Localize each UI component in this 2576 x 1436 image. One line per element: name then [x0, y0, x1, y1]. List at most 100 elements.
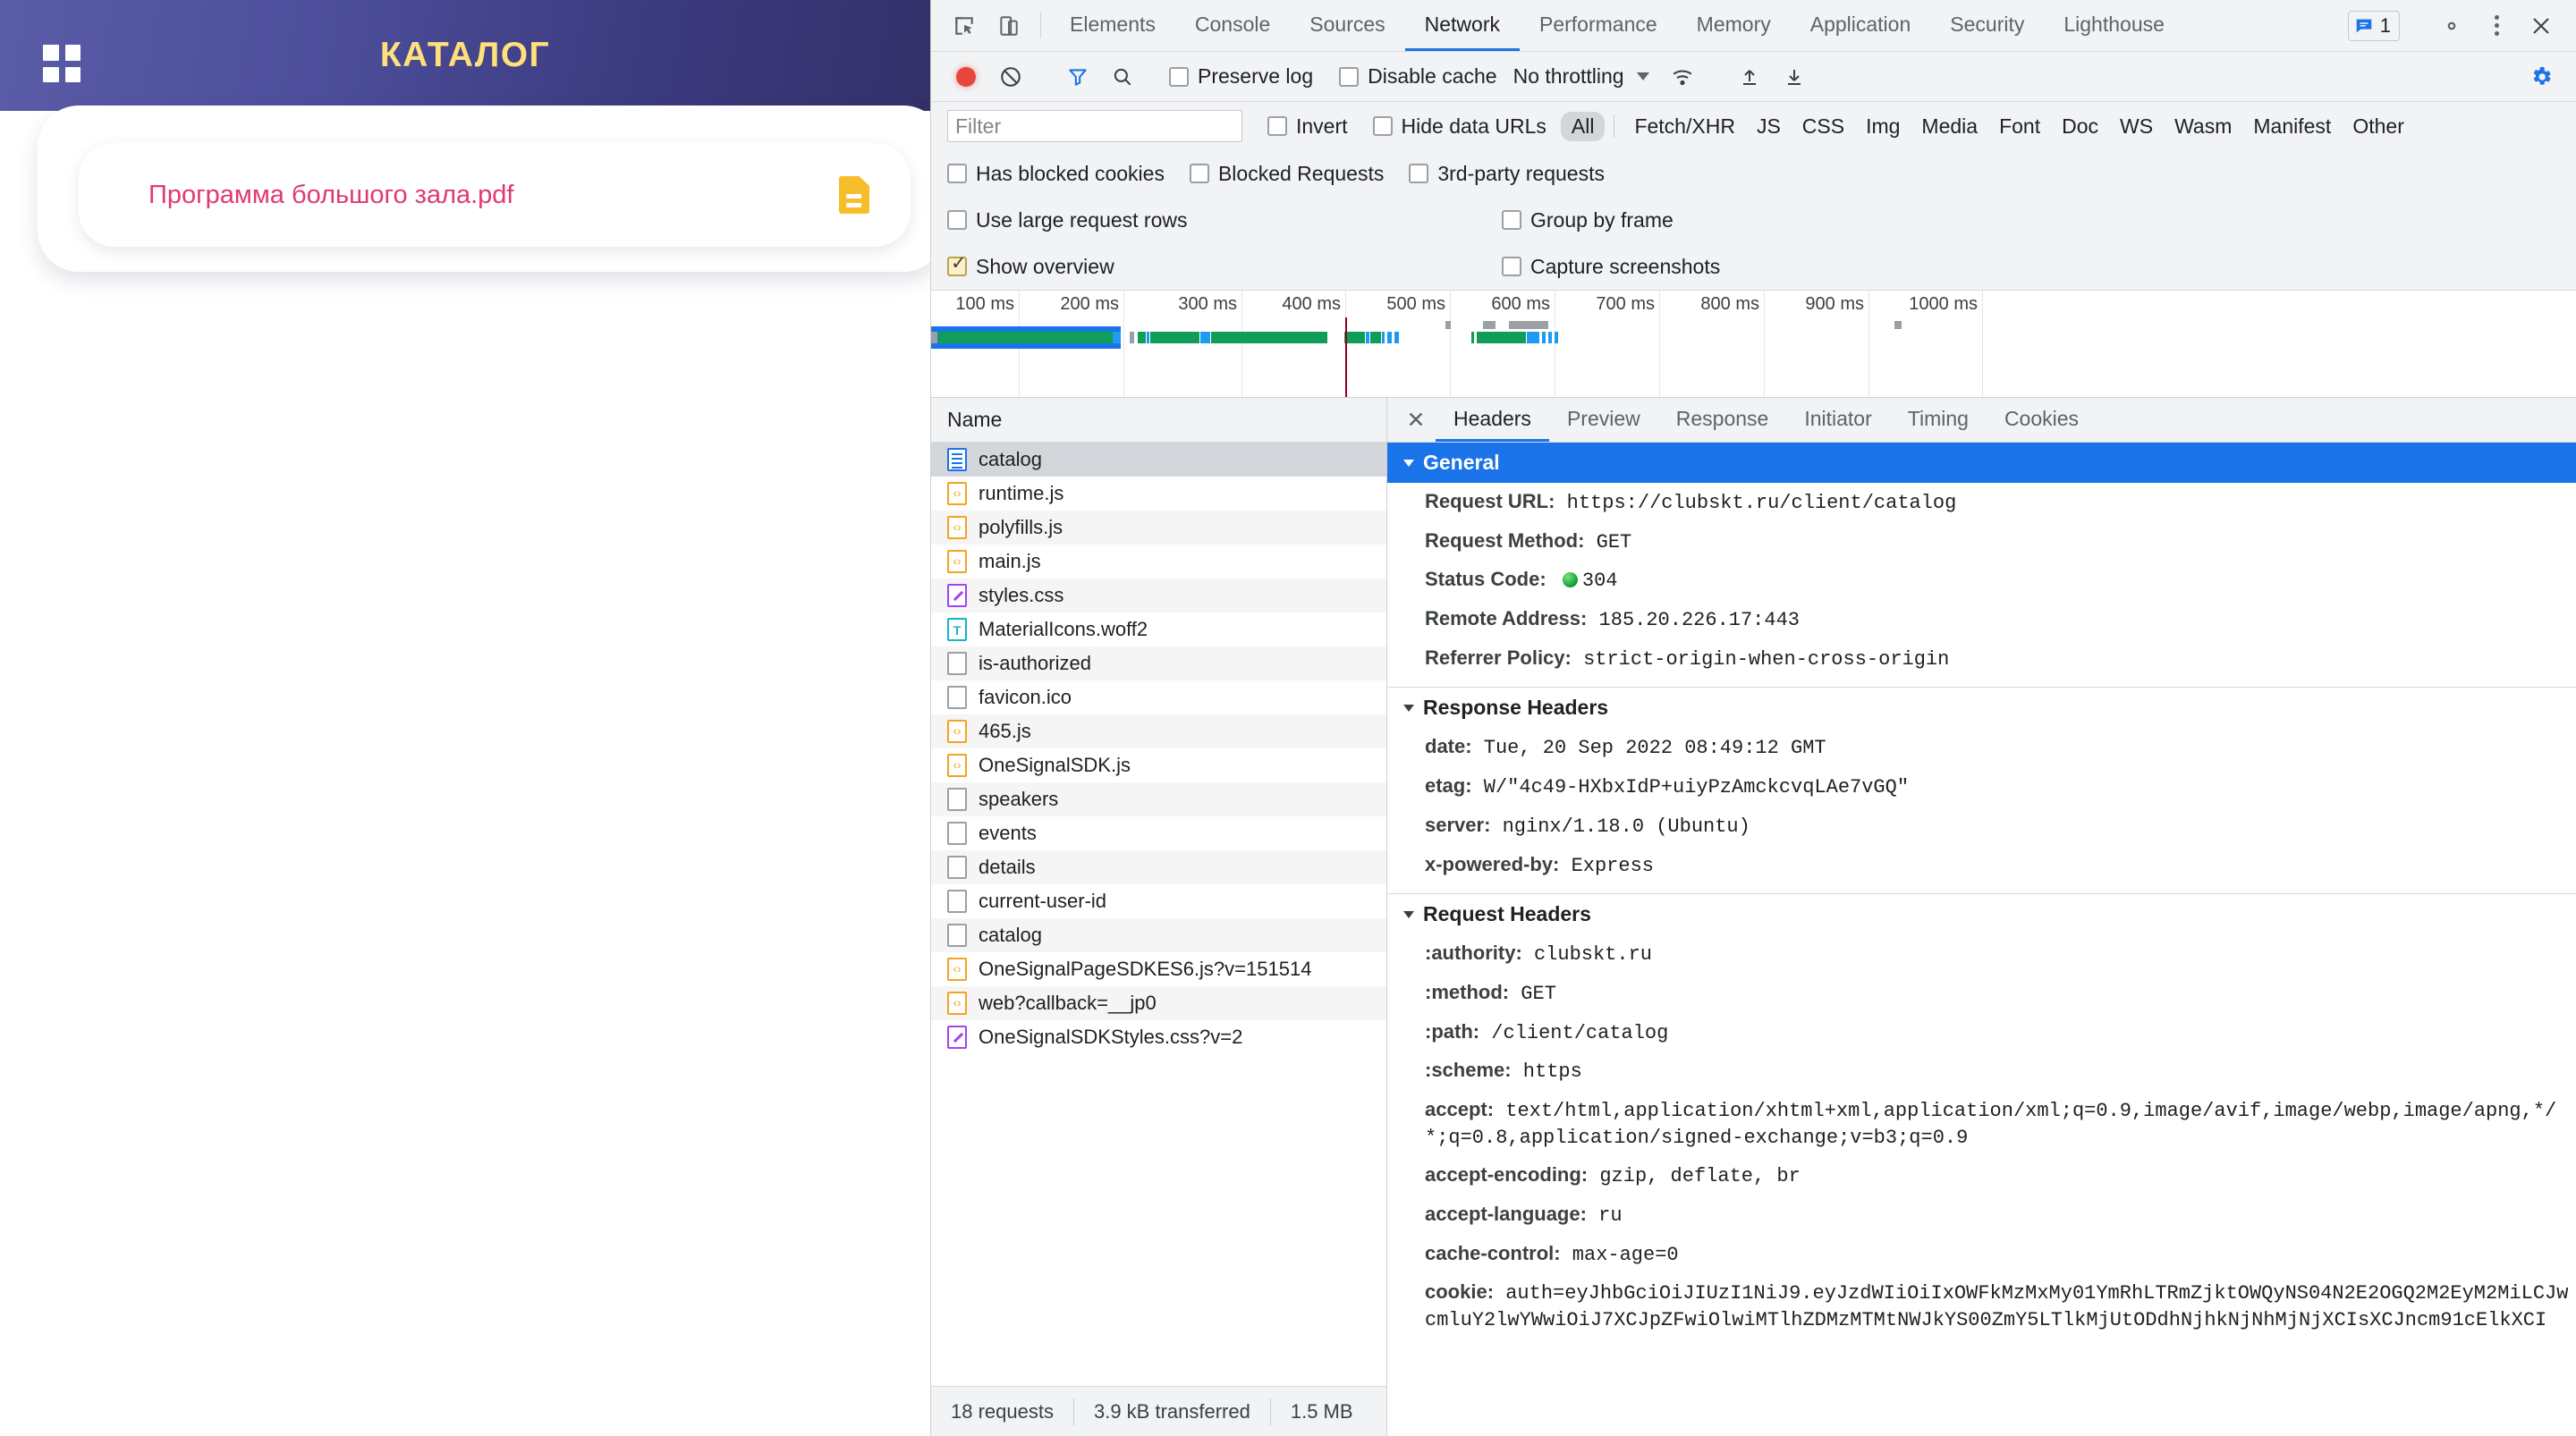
throttling-select[interactable]: No throttling — [1513, 64, 1649, 89]
pdf-file-icon[interactable] — [839, 176, 869, 214]
tab-network[interactable]: Network — [1404, 0, 1520, 51]
disable-cache-checkbox[interactable]: Disable cache — [1339, 64, 1497, 89]
table-row[interactable]: OneSignalPageSDKES6.js?v=151514 — [931, 952, 1386, 986]
table-row[interactable]: polyfills.js — [931, 511, 1386, 545]
table-row[interactable]: 465.js — [931, 714, 1386, 748]
table-row[interactable]: catalog — [931, 918, 1386, 952]
tab-elements[interactable]: Elements — [1050, 0, 1175, 51]
request-name: favicon.ico — [979, 686, 1072, 708]
request-headers-section-header[interactable]: Request Headers — [1387, 894, 2576, 934]
headers-content[interactable]: General Request URL: https://clubskt.ru/… — [1387, 443, 2576, 1436]
tab-timing[interactable]: Timing — [1890, 398, 1987, 442]
type-filter-font[interactable]: Font — [1988, 112, 2051, 141]
table-row[interactable]: current-user-id — [931, 884, 1386, 918]
hide-data-urls-checkbox[interactable]: Hide data URLs — [1372, 114, 1546, 139]
request-list-header[interactable]: Name — [931, 398, 1386, 443]
table-row[interactable]: OneSignalSDKStyles.css?v=2 — [931, 1020, 1386, 1054]
checkbox-box[interactable] — [1502, 257, 1521, 276]
checkbox-box[interactable] — [1372, 116, 1393, 136]
checkbox-box[interactable] — [947, 254, 967, 276]
type-filter-css[interactable]: CSS — [1792, 112, 1855, 141]
large-rows-checkbox[interactable]: Use large request rows — [947, 208, 1502, 232]
table-row[interactable]: events — [931, 816, 1386, 850]
header-value: 304 — [1581, 570, 1618, 593]
group-by-frame-checkbox[interactable]: Group by frame — [1502, 208, 1674, 232]
tab-performance[interactable]: Performance — [1520, 0, 1677, 51]
table-row[interactable]: styles.css — [931, 579, 1386, 612]
tab-initiator[interactable]: Initiator — [1786, 398, 1889, 442]
tab-security[interactable]: Security — [1930, 0, 2044, 51]
table-row[interactable]: speakers — [931, 782, 1386, 816]
grid-menu-icon[interactable] — [43, 45, 80, 82]
filter-input[interactable] — [947, 110, 1242, 142]
kebab-menu-icon[interactable] — [2474, 15, 2519, 36]
general-section-header[interactable]: General — [1387, 443, 2576, 483]
checkbox-box[interactable] — [1339, 66, 1360, 87]
table-row[interactable]: catalog — [931, 443, 1386, 477]
type-filter-fetch-xhr[interactable]: Fetch/XHR — [1623, 112, 1745, 141]
type-filter-media[interactable]: Media — [1911, 112, 1988, 141]
request-headers-title: Request Headers — [1423, 902, 1591, 926]
type-filter-img[interactable]: Img — [1855, 112, 1911, 141]
table-row[interactable]: MaterialIcons.woff2 — [931, 612, 1386, 646]
table-row[interactable]: OneSignalSDK.js — [931, 748, 1386, 782]
inspect-element-icon[interactable] — [942, 0, 987, 51]
blocked-requests-checkbox[interactable]: Blocked Requests — [1189, 162, 1384, 186]
header-row: accept-language: ru — [1387, 1195, 2576, 1235]
capture-screenshots-checkbox[interactable]: Capture screenshots — [1502, 255, 1720, 279]
tab-headers[interactable]: Headers — [1436, 398, 1549, 442]
network-overview-timeline[interactable]: 100 ms 200 ms 300 ms 400 ms 500 ms 600 m… — [931, 291, 2576, 398]
timeline-bar — [1147, 332, 1149, 343]
close-icon[interactable]: ✕ — [1396, 398, 1436, 442]
export-har-icon[interactable] — [1774, 56, 1815, 97]
table-row[interactable]: runtime.js — [931, 477, 1386, 511]
has-blocked-cookies-checkbox[interactable]: Has blocked cookies — [947, 162, 1165, 186]
tab-response[interactable]: Response — [1658, 398, 1787, 442]
type-filter-doc[interactable]: Doc — [2051, 112, 2109, 141]
network-settings-gear-icon[interactable] — [2521, 56, 2562, 97]
checkbox-box[interactable] — [1267, 116, 1287, 136]
preserve-log-checkbox[interactable]: Preserve log — [1169, 64, 1313, 89]
tab-sources[interactable]: Sources — [1290, 0, 1404, 51]
show-overview-checkbox[interactable]: Show overview — [947, 254, 1502, 279]
invert-checkbox[interactable]: Invert — [1267, 114, 1348, 139]
table-row[interactable]: web?callback=__jp0 — [931, 986, 1386, 1020]
checkbox-box[interactable] — [1409, 164, 1429, 183]
type-filter-other[interactable]: Other — [2342, 112, 2415, 141]
table-row[interactable]: details — [931, 850, 1386, 884]
checkbox-box[interactable] — [1502, 210, 1521, 230]
device-toolbar-icon[interactable] — [987, 0, 1031, 51]
type-filter-wasm[interactable]: Wasm — [2164, 112, 2242, 141]
clear-button[interactable] — [990, 56, 1031, 97]
checkbox-box[interactable] — [1189, 164, 1209, 183]
table-row[interactable]: is-authorized — [931, 646, 1386, 680]
table-row[interactable]: main.js — [931, 545, 1386, 579]
filter-funnel-icon[interactable] — [1057, 56, 1098, 97]
checkbox-box[interactable] — [1169, 66, 1189, 87]
tab-application[interactable]: Application — [1791, 0, 1931, 51]
response-headers-section-header[interactable]: Response Headers — [1387, 688, 2576, 728]
search-icon[interactable] — [1102, 56, 1143, 97]
gear-icon[interactable] — [2429, 14, 2474, 38]
close-icon[interactable] — [2519, 15, 2563, 37]
console-message-badge[interactable]: 1 — [2347, 10, 2400, 41]
record-button[interactable] — [945, 56, 987, 97]
wifi-settings-icon[interactable] — [1662, 56, 1703, 97]
table-row[interactable]: favicon.ico — [931, 680, 1386, 714]
third-party-requests-checkbox[interactable]: 3rd-party requests — [1409, 162, 1605, 186]
type-filter-ws[interactable]: WS — [2109, 112, 2164, 141]
type-filter-manifest[interactable]: Manifest — [2242, 112, 2342, 141]
tab-preview[interactable]: Preview — [1549, 398, 1658, 442]
type-filter-js[interactable]: JS — [1746, 112, 1792, 141]
tab-console[interactable]: Console — [1175, 0, 1290, 51]
tab-lighthouse[interactable]: Lighthouse — [2044, 0, 2184, 51]
request-rows[interactable]: catalog runtime.js polyfills.js main.js … — [931, 443, 1386, 1386]
tab-cookies[interactable]: Cookies — [1987, 398, 2097, 442]
header-value: 185.20.226.17:443 — [1598, 609, 1800, 632]
tab-memory[interactable]: Memory — [1677, 0, 1791, 51]
import-har-icon[interactable] — [1729, 56, 1770, 97]
checkbox-box[interactable] — [947, 164, 967, 183]
type-filter-all[interactable]: All — [1560, 111, 1606, 141]
catalog-file-item[interactable]: Программа большого зала.pdf — [79, 143, 911, 247]
checkbox-box[interactable] — [947, 210, 967, 230]
